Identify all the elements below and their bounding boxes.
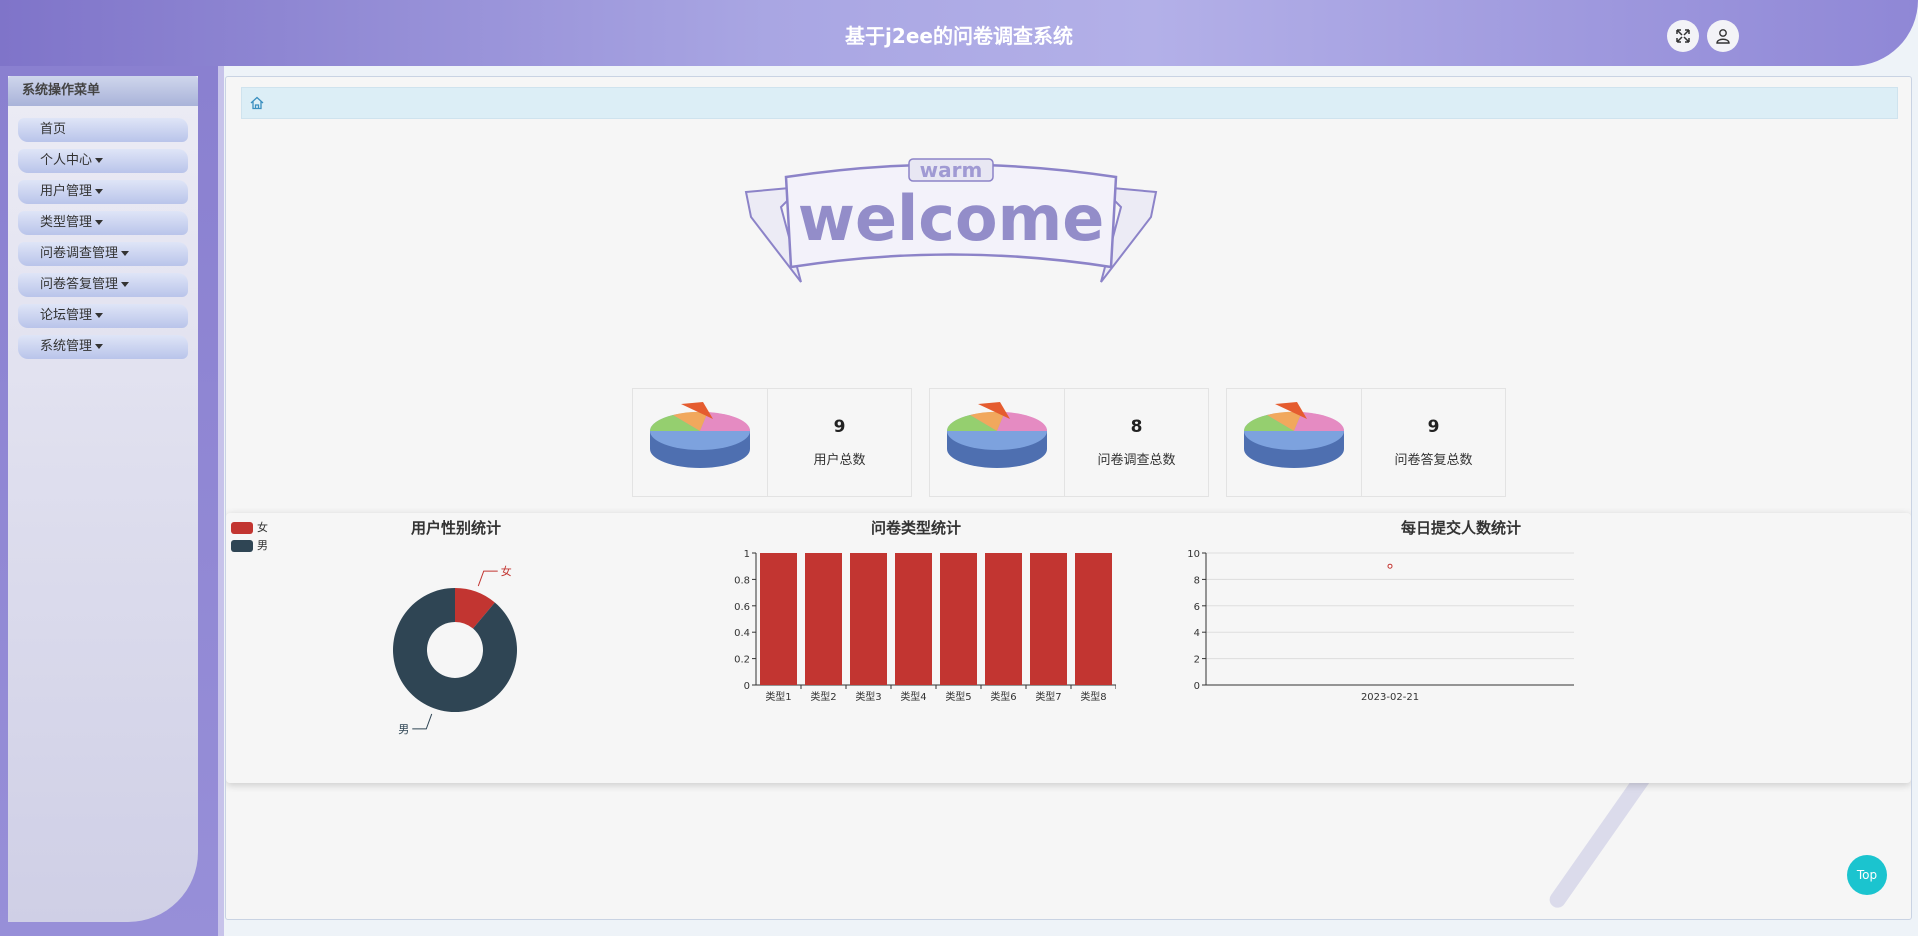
y-tick-label: 6 bbox=[1194, 602, 1200, 613]
sidebar-item-replies[interactable]: 问卷答复管理 bbox=[18, 273, 188, 297]
x-tick-label: 类型5 bbox=[945, 690, 971, 703]
daily-scatter-chart: 0 2 4 6 8 10 2023-02-21 bbox=[1187, 549, 1574, 703]
caret-down-icon bbox=[95, 189, 104, 194]
gender-pie-chart: 女男 bbox=[393, 564, 517, 736]
pie-chart-icon bbox=[633, 389, 768, 496]
stat-card-users: 9 用户总数 bbox=[632, 388, 912, 497]
user-icon bbox=[1716, 29, 1730, 44]
stat-value: 9 bbox=[833, 417, 846, 437]
stat-card-surveys: 8 问卷调查总数 bbox=[929, 388, 1209, 497]
banner-big-text: welcome bbox=[798, 182, 1105, 255]
y-tick-label: 1 bbox=[744, 549, 750, 560]
bar bbox=[895, 553, 932, 685]
user-button[interactable] bbox=[1707, 20, 1739, 52]
caret-down-icon bbox=[95, 220, 104, 225]
legend-swatch bbox=[231, 540, 253, 552]
fullscreen-button[interactable] bbox=[1667, 20, 1699, 52]
main-content: warm welcome 9 用户总数 8 问卷调查总数 9 问卷答复总数 女 … bbox=[225, 76, 1912, 920]
bar bbox=[985, 553, 1022, 685]
caret-down-icon bbox=[121, 282, 130, 287]
stat-value: 9 bbox=[1427, 417, 1440, 437]
caret-down-icon bbox=[95, 344, 104, 349]
bar bbox=[940, 553, 977, 685]
back-to-top-button[interactable]: Top bbox=[1847, 855, 1887, 895]
y-tick-label: 10 bbox=[1187, 549, 1200, 560]
sidebar-item-system[interactable]: 系统管理 bbox=[18, 335, 188, 359]
sidebar-item-home[interactable]: 首页 bbox=[18, 118, 188, 142]
stat-label: 问卷调查总数 bbox=[1097, 453, 1176, 468]
x-tick-label: 2023-02-21 bbox=[1361, 692, 1419, 703]
sidebar-item-forum[interactable]: 论坛管理 bbox=[18, 304, 188, 328]
bar bbox=[805, 553, 842, 685]
sidebar-item-label: 个人中心 bbox=[40, 153, 93, 168]
sidebar: 系统操作菜单 首页 个人中心 用户管理 类型管理 问卷调查管理 问卷答复管理 论… bbox=[8, 76, 198, 922]
legend-label: 女 bbox=[257, 521, 268, 534]
pie-chart-icon bbox=[930, 389, 1065, 496]
legend-item-male[interactable]: 男 bbox=[231, 537, 268, 553]
pie-label: 女 bbox=[501, 564, 512, 578]
y-tick-label: 0.4 bbox=[734, 628, 750, 639]
bar bbox=[850, 553, 887, 685]
sidebar-divider bbox=[218, 66, 224, 936]
legend-item-female[interactable]: 女 bbox=[231, 519, 268, 535]
sidebar-heading: 系统操作菜单 bbox=[8, 76, 198, 106]
pie-label: 男 bbox=[398, 723, 409, 736]
x-tick-label: 类型8 bbox=[1080, 690, 1106, 703]
pie-chart-icon bbox=[1227, 389, 1362, 496]
x-tick-label: 类型4 bbox=[900, 690, 926, 703]
pie-label-line bbox=[477, 570, 498, 587]
y-tick-label: 0.6 bbox=[734, 602, 750, 613]
sidebar-item-types[interactable]: 类型管理 bbox=[18, 211, 188, 235]
chart-title-gender: 用户性别统计 bbox=[410, 519, 501, 537]
stat-label: 问卷答复总数 bbox=[1394, 453, 1473, 468]
sidebar-item-profile[interactable]: 个人中心 bbox=[18, 149, 188, 173]
app-header: 基于j2ee的问卷调查系统 bbox=[0, 0, 1918, 66]
y-tick-label: 0.2 bbox=[734, 655, 750, 666]
caret-down-icon bbox=[95, 313, 104, 318]
caret-down-icon bbox=[95, 158, 104, 163]
welcome-banner: warm welcome bbox=[744, 158, 1158, 283]
chart-title-types: 问卷类型统计 bbox=[870, 519, 961, 537]
sidebar-item-label: 类型管理 bbox=[40, 215, 93, 230]
x-tick-label: 类型7 bbox=[1035, 690, 1061, 703]
charts-panel: 女 男 用户性别统计 问卷类型统计 每日提交人数统计 女男 0 0.2 0.4 0.6… bbox=[226, 513, 1911, 783]
bar bbox=[1030, 553, 1067, 685]
caret-down-icon bbox=[121, 251, 130, 256]
breadcrumb bbox=[241, 87, 1898, 119]
x-tick-label: 类型2 bbox=[810, 690, 836, 703]
sidebar-item-label: 论坛管理 bbox=[40, 308, 93, 323]
legend-label: 男 bbox=[257, 539, 268, 552]
home-icon[interactable] bbox=[250, 96, 264, 110]
expand-icon bbox=[1676, 29, 1690, 43]
sidebar-item-label: 问卷答复管理 bbox=[40, 277, 119, 292]
type-bar-chart: 0 0.2 0.4 0.6 0.8 1 类型1 类型2 类型3 类型4 类型5 类型6 类型7 类型8 bbox=[734, 549, 1116, 703]
y-tick-label: 2 bbox=[1194, 655, 1200, 666]
y-tick-label: 0 bbox=[1194, 681, 1200, 692]
x-tick-label: 类型6 bbox=[990, 690, 1016, 703]
legend-swatch bbox=[231, 522, 253, 534]
sidebar-item-label: 首页 bbox=[40, 122, 67, 137]
pie-label-line bbox=[412, 713, 433, 730]
sidebar-item-label: 用户管理 bbox=[40, 184, 93, 199]
y-tick-label: 4 bbox=[1194, 628, 1200, 639]
y-tick-label: 8 bbox=[1194, 575, 1200, 586]
stat-card-replies: 9 问卷答复总数 bbox=[1226, 388, 1506, 497]
app-title: 基于j2ee的问卷调查系统 bbox=[845, 24, 1073, 48]
x-tick-label: 类型1 bbox=[765, 690, 791, 703]
sidebar-item-label: 系统管理 bbox=[40, 339, 93, 354]
banner-small-text: warm bbox=[920, 158, 983, 182]
sidebar-item-users[interactable]: 用户管理 bbox=[18, 180, 188, 204]
stat-value: 8 bbox=[1130, 417, 1143, 437]
y-tick-label: 0 bbox=[744, 681, 750, 692]
bar bbox=[1075, 553, 1112, 685]
bar bbox=[760, 553, 797, 685]
x-tick-label: 类型3 bbox=[855, 690, 881, 703]
stat-label: 用户总数 bbox=[813, 453, 866, 468]
y-tick-label: 0.8 bbox=[734, 575, 750, 586]
chart-title-daily: 每日提交人数统计 bbox=[1400, 519, 1521, 537]
data-point bbox=[1387, 563, 1393, 569]
sidebar-item-surveys[interactable]: 问卷调查管理 bbox=[18, 242, 188, 266]
sidebar-item-label: 问卷调查管理 bbox=[40, 246, 119, 261]
pie-slice bbox=[393, 588, 517, 712]
